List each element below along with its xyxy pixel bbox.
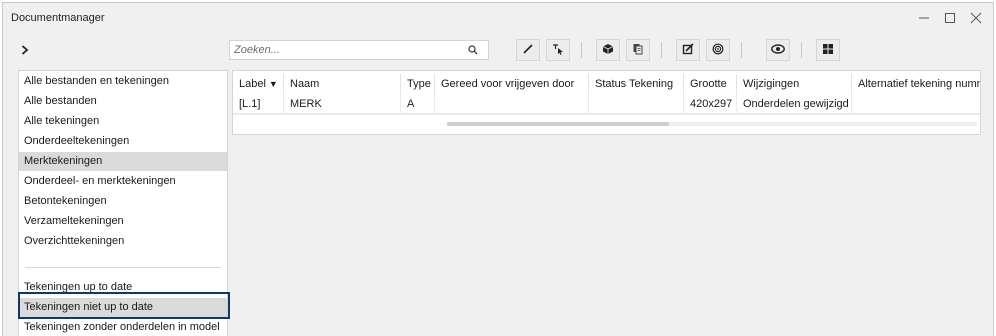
pencil-icon xyxy=(522,43,534,58)
sidebar-item-all-files-and-drawings[interactable]: Alle bestanden en tekeningen xyxy=(19,72,227,91)
window-controls xyxy=(911,7,989,29)
column-header-text: Label xyxy=(239,78,266,90)
horizontal-scrollbar[interactable] xyxy=(447,122,977,126)
sidebar-item-up-to-date[interactable]: Tekeningen up to date xyxy=(19,278,227,297)
sidebar-item-part-and-assembly-drawings[interactable]: Onderdeel- en merktekeningen xyxy=(19,172,227,191)
table-row[interactable]: [L.1] MERK A 420x297 Onderdelen gewijzig… xyxy=(233,94,980,114)
preview-button[interactable] xyxy=(766,39,790,61)
sidebar-item-overview-drawings[interactable]: Overzichttekeningen xyxy=(19,232,227,251)
grid-icon xyxy=(822,43,834,58)
select-button[interactable] xyxy=(546,39,570,61)
cube-icon xyxy=(602,43,614,58)
sidebar-item-multi-drawings[interactable]: Verzameltekeningen xyxy=(19,212,227,231)
model-button[interactable] xyxy=(596,39,620,61)
title-bar: Documentmanager xyxy=(3,3,993,34)
search-box xyxy=(229,40,489,60)
revision-button[interactable] xyxy=(706,39,730,61)
column-header-alternatief[interactable]: Alternatief tekening numme xyxy=(852,74,980,94)
sidebar-separator xyxy=(25,267,221,268)
table-divider xyxy=(233,114,980,115)
sidebar-item-cast-unit-drawings[interactable]: Betontekeningen xyxy=(19,192,227,211)
column-header-wijzigingen[interactable]: Wijzigingen xyxy=(737,74,852,94)
sidebar-item-all-drawings[interactable]: Alle tekeningen xyxy=(19,112,227,131)
open-drawing-button[interactable] xyxy=(676,39,700,61)
select-cursor-icon xyxy=(552,43,564,58)
toolbar-separator xyxy=(801,42,802,58)
cell-grootte: 420x297 xyxy=(684,94,737,114)
column-header-label[interactable]: Label ▼ xyxy=(233,74,284,94)
sidebar-item-without-parts-in-model[interactable]: Tekeningen zonder onderdelen in model xyxy=(19,318,227,336)
column-header-naam[interactable]: Naam xyxy=(284,74,401,94)
sidebar-item-not-up-to-date[interactable]: Tekeningen niet up to date xyxy=(19,298,227,317)
sidebar-item-all-files[interactable]: Alle bestanden xyxy=(19,92,227,111)
layout-button[interactable] xyxy=(816,39,840,61)
cell-alternatief xyxy=(852,94,980,114)
cell-naam: MERK xyxy=(284,94,401,114)
column-header-grootte[interactable]: Grootte xyxy=(684,74,737,94)
sort-descending-icon: ▼ xyxy=(268,79,278,89)
sidebar-item-part-drawings[interactable]: Onderdeeltekeningen xyxy=(19,132,227,151)
document-stack-icon xyxy=(632,43,644,58)
eye-icon xyxy=(771,43,785,57)
scrollbar-thumb[interactable] xyxy=(447,122,669,126)
chevron-right-icon[interactable] xyxy=(21,45,29,58)
window-title: Documentmanager xyxy=(11,12,105,24)
cell-label: [L.1] xyxy=(233,94,284,114)
cell-wijzigingen: Onderdelen gewijzigd xyxy=(737,94,852,114)
column-header-type[interactable]: Type xyxy=(401,74,435,94)
cell-status xyxy=(589,94,684,114)
cell-type: A xyxy=(401,94,435,114)
sidebar: Alle bestanden en tekeningen Alle bestan… xyxy=(18,70,228,336)
square-pencil-icon xyxy=(682,42,694,58)
toolbar-separator xyxy=(741,42,742,58)
edit-button[interactable] xyxy=(516,39,540,61)
sidebar-item-assembly-drawings[interactable]: Merktekeningen xyxy=(19,152,227,171)
column-header-status[interactable]: Status Tekening xyxy=(589,74,684,94)
documents-button[interactable] xyxy=(626,39,650,61)
table-header: Label ▼ Naam Type Gereed voor vrijgeven d… xyxy=(233,74,980,94)
maximize-icon[interactable] xyxy=(937,7,963,29)
toolbar-separator xyxy=(661,42,662,58)
toolbar-separator xyxy=(581,42,582,58)
revision-cloud-icon xyxy=(712,43,724,58)
search-icon[interactable] xyxy=(468,45,478,58)
cell-gereed xyxy=(435,94,589,114)
drawings-table: Label ▼ Naam Type Gereed voor vrijgeven d… xyxy=(232,70,981,135)
toolbar xyxy=(3,34,993,66)
close-icon[interactable] xyxy=(963,7,989,29)
search-input[interactable] xyxy=(230,41,460,59)
document-manager-window: Documentmanager Zoeken... Alle bestanden… xyxy=(2,2,994,336)
column-header-gereed[interactable]: Gereed voor vrijgeven door xyxy=(435,74,589,94)
minimize-icon[interactable] xyxy=(911,7,937,29)
